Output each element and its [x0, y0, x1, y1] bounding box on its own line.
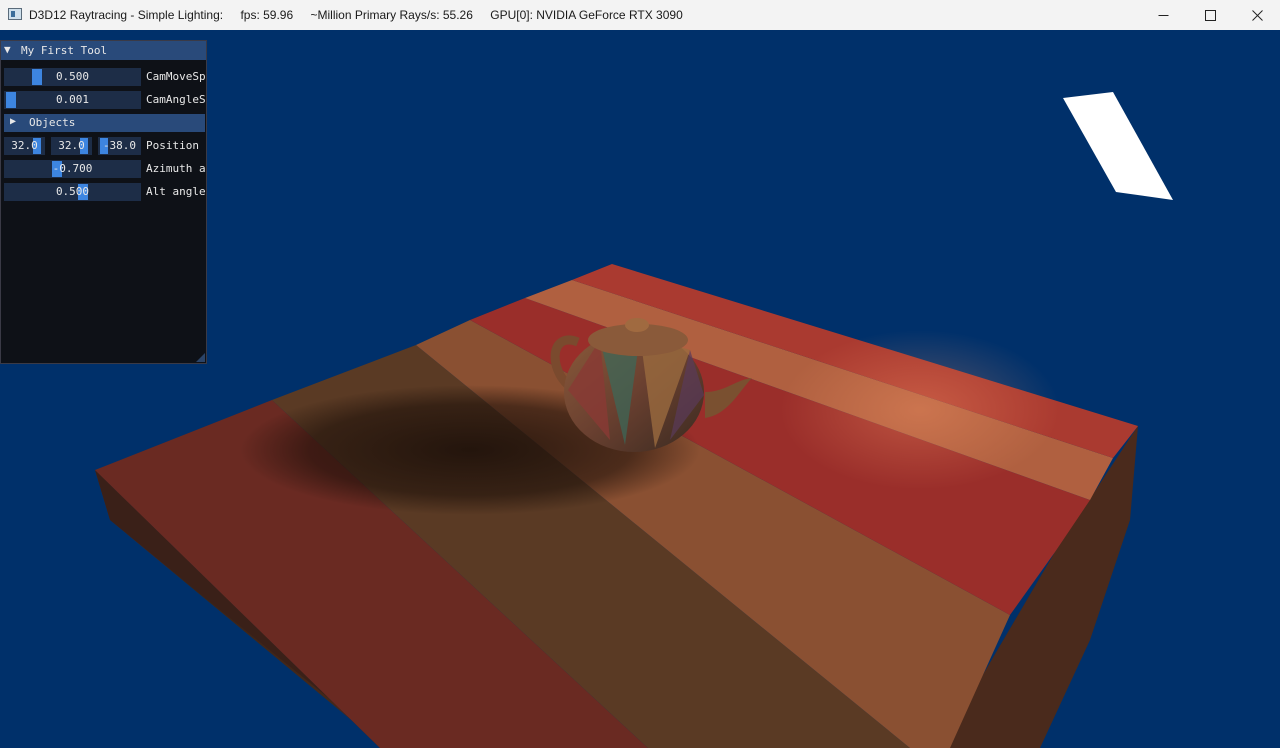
cam-angle-speed-label: CamAngleS [146, 93, 206, 106]
cam-move-speed-label: CamMoveSp [146, 70, 206, 83]
close-button[interactable] [1234, 0, 1280, 30]
cam-angle-speed-value: 0.001 [55, 93, 90, 106]
azimuth-value: -0.700 [52, 162, 93, 175]
title-bar[interactable]: D3D12 Raytracing - Simple Lighting: fps:… [0, 0, 1280, 30]
maximize-button[interactable] [1187, 0, 1233, 30]
azimuth-slider[interactable]: -0.700 [4, 160, 141, 178]
position-label: Position [146, 139, 199, 152]
cam-angle-speed-row: 0.001 CamAngleS [4, 91, 206, 109]
app-icon [8, 8, 22, 20]
cam-move-speed-slider[interactable]: 0.500 [4, 68, 141, 86]
tool-window-header[interactable]: ▼ My First Tool [1, 41, 206, 60]
tool-window[interactable]: ▼ My First Tool 0.500 CamMoveSp 0.001 Ca… [0, 40, 207, 364]
alt-angle-value: 0.500 [55, 185, 90, 198]
position-x-slider[interactable]: 32.0 [4, 137, 45, 155]
window-title: D3D12 Raytracing - Simple Lighting: fps:… [29, 8, 697, 22]
position-y-slider[interactable]: 32.0 [51, 137, 92, 155]
window-title-gpu: GPU[0]: NVIDIA GeForce RTX 3090 [490, 8, 683, 22]
position-x-value: 32.0 [11, 139, 38, 152]
maximize-icon [1204, 9, 1216, 21]
position-z-slider[interactable]: -38.0 [98, 137, 141, 155]
collapse-arrow-icon[interactable]: ▼ [4, 43, 11, 56]
cam-move-speed-value: 0.500 [55, 70, 90, 83]
position-y-value: 32.0 [58, 139, 85, 152]
alt-angle-row: 0.500 Alt angle [4, 183, 206, 201]
minimize-icon [1158, 14, 1168, 16]
azimuth-label: Azimuth a [146, 162, 206, 175]
area-light [1063, 92, 1173, 200]
position-row: 32.0 32.0 -38.0 Position [4, 137, 206, 155]
objects-tree-node[interactable]: ▶ Objects [4, 114, 205, 132]
window-title-fps: fps: 59.96 [240, 8, 294, 22]
objects-label: Objects [29, 116, 76, 129]
window-title-app: D3D12 Raytracing - Simple Lighting: [29, 8, 224, 22]
window-title-rays: ~Million Primary Rays/s: 55.26 [310, 8, 473, 22]
position-z-value: -38.0 [102, 139, 137, 152]
expand-arrow-icon[interactable]: ▶ [10, 116, 16, 127]
minimize-button[interactable] [1140, 0, 1186, 30]
close-icon [1251, 9, 1263, 21]
cam-move-speed-row: 0.500 CamMoveSp [4, 68, 206, 86]
cam-angle-speed-slider[interactable]: 0.001 [4, 91, 141, 109]
resize-grip-icon[interactable] [196, 353, 205, 362]
alt-angle-slider[interactable]: 0.500 [4, 183, 141, 201]
alt-angle-label: Alt angle [146, 185, 206, 198]
tool-window-title: My First Tool [21, 44, 108, 57]
azimuth-row: -0.700 Azimuth a [4, 160, 206, 178]
